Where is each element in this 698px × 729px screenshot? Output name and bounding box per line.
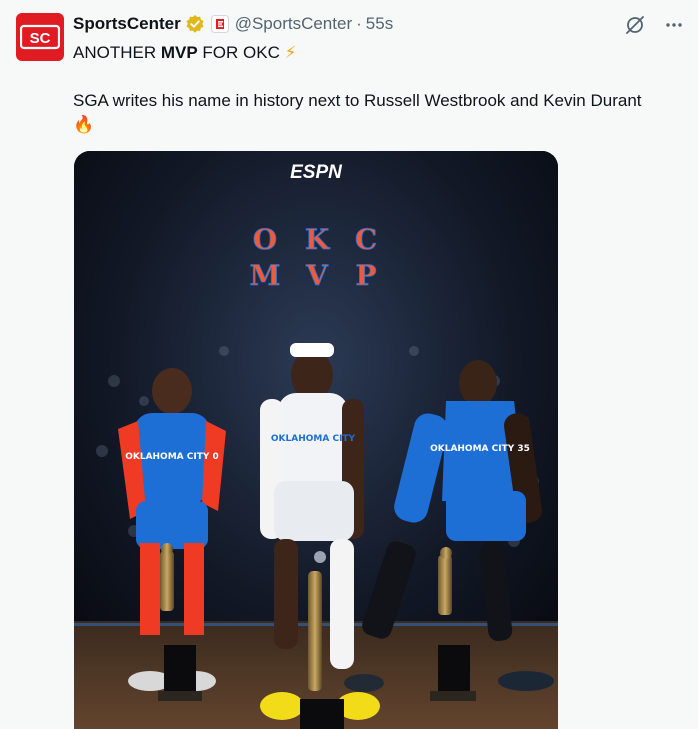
author-handle[interactable]: @SportsCenter (235, 14, 352, 34)
timestamp[interactable]: 55s (366, 14, 393, 34)
tweet-actions (624, 14, 684, 36)
headline-letter: M (250, 259, 281, 292)
headline-letter: K (305, 223, 331, 256)
svg-text:SC: SC (30, 30, 51, 47)
espn-logo: ESPN (290, 162, 343, 183)
lightning-emoji-icon: ⚡ (284, 43, 297, 62)
text-segment: FOR OKC (197, 43, 285, 62)
headline-letter: V (305, 259, 329, 292)
jersey-text: OKLAHOMA CITY (271, 434, 356, 444)
tweet-text-line-2: SGA writes his name in history next to R… (73, 91, 642, 110)
sportscenter-logo: SC (20, 24, 60, 50)
fire-emoji-icon: 🔥 (73, 115, 95, 134)
avatar[interactable]: SC (16, 13, 64, 61)
grok-icon[interactable] (624, 14, 646, 36)
tweet-media-image[interactable]: ESPN O K C M V P OKLAHOMA CITY 0 OKLAHOM… (74, 151, 558, 729)
affiliate-badge-icon[interactable] (210, 15, 229, 33)
tweet[interactable]: SC SportsCenter @SportsCenter · 55s ANOT… (0, 0, 698, 729)
separator-dot: · (356, 14, 362, 33)
more-options-icon[interactable] (664, 15, 684, 35)
verified-badge-icon (185, 14, 205, 34)
text-segment: ANOTHER (73, 43, 161, 62)
tweet-header: SportsCenter @SportsCenter · 55s (73, 13, 393, 35)
text-bold-segment: MVP (160, 43, 198, 62)
jersey-text: OKLAHOMA CITY 35 (430, 444, 530, 454)
headline-letter: P (355, 259, 376, 292)
headline-letter: O (253, 223, 277, 256)
jersey-text: OKLAHOMA CITY 0 (125, 452, 219, 462)
tweet-text-line-1: ANOTHER MVP FOR OKC ⚡ (73, 41, 297, 65)
author-name[interactable]: SportsCenter (73, 14, 181, 34)
headline-letter: C (355, 223, 377, 256)
